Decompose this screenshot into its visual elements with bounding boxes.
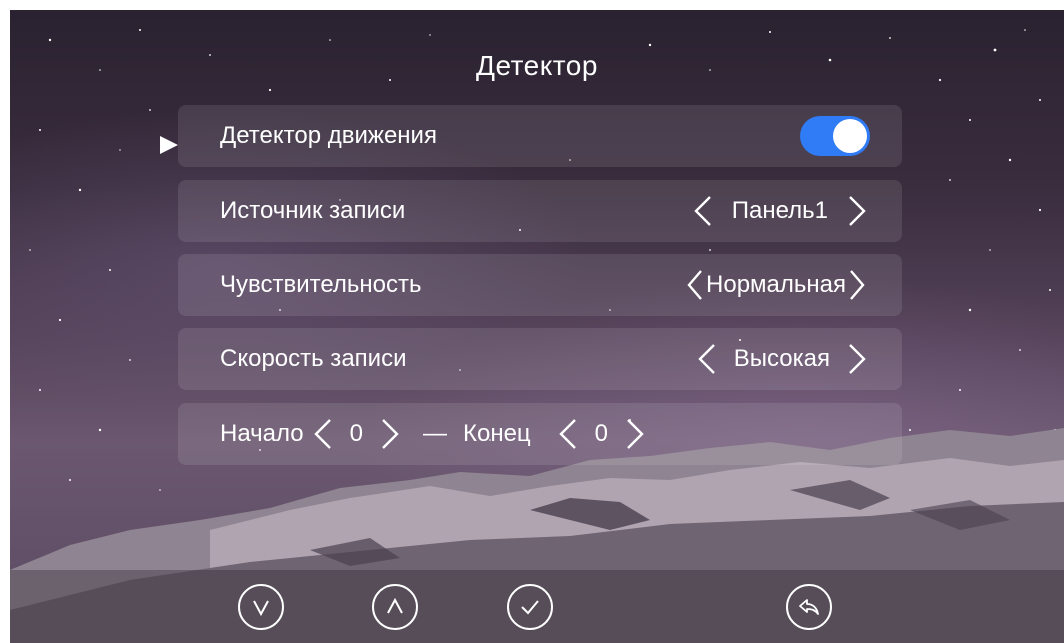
chevron-right-icon[interactable] <box>622 416 648 452</box>
menu-item-label: Источник записи <box>220 197 406 224</box>
screen-title: Детектор <box>476 50 598 81</box>
record-speed-value: Высокая <box>733 345 830 372</box>
menu-item-motion-detector[interactable]: Детектор движения <box>178 105 902 167</box>
end-label: Конец <box>462 420 531 447</box>
start-value: 0 <box>349 420 363 447</box>
selection-pointer-icon <box>160 136 178 154</box>
chevron-up-circle-icon <box>387 597 403 614</box>
sensitivity-value: Нормальная <box>706 271 846 298</box>
chevron-right-icon[interactable] <box>844 193 870 229</box>
menu-item-record-source[interactable]: Источник записи Панель1 <box>178 180 902 242</box>
menu-item-schedule[interactable]: Начало 0 — Конец 0 <box>178 403 902 465</box>
chevron-left-icon[interactable] <box>310 416 336 452</box>
chevron-left-icon[interactable] <box>694 341 720 377</box>
check-circle-icon <box>521 600 539 615</box>
confirm-button[interactable] <box>507 584 553 630</box>
menu-item-label: Скорость записи <box>220 345 407 372</box>
chevron-right-icon[interactable] <box>377 416 403 452</box>
motion-detector-toggle[interactable] <box>800 116 870 156</box>
record-source-selector: Панель1 <box>690 193 870 229</box>
chevron-right-icon[interactable] <box>848 267 866 303</box>
menu-item-sensitivity[interactable]: Чувствительность Нормальная <box>178 254 902 316</box>
record-speed-selector: Высокая <box>694 341 870 377</box>
sensitivity-selector: Нормальная <box>686 267 866 303</box>
chevron-left-icon[interactable] <box>686 267 704 303</box>
back-arrow-circle-icon <box>799 599 819 615</box>
nav-down-button[interactable] <box>238 584 284 630</box>
toggle-knob <box>833 119 867 153</box>
menu-item-label: Чувствительность <box>220 271 422 298</box>
menu-item-record-speed[interactable]: Скорость записи Высокая <box>178 328 902 390</box>
chevron-left-icon[interactable] <box>555 416 581 452</box>
chevron-down-circle-icon <box>253 600 269 617</box>
back-button[interactable] <box>786 584 832 630</box>
end-value: 0 <box>594 420 609 447</box>
schedule-range: Начало 0 — Конец 0 <box>220 416 648 452</box>
screen: Детектор Детектор движения Источник запи… <box>10 10 1064 643</box>
record-source-value: Панель1 <box>731 197 828 224</box>
chevron-right-icon[interactable] <box>844 341 870 377</box>
menu-item-label: Детектор движения <box>220 122 437 149</box>
start-label: Начало <box>220 420 304 447</box>
range-separator: — <box>422 420 447 447</box>
nav-up-button[interactable] <box>372 584 418 630</box>
chevron-left-icon[interactable] <box>690 193 716 229</box>
